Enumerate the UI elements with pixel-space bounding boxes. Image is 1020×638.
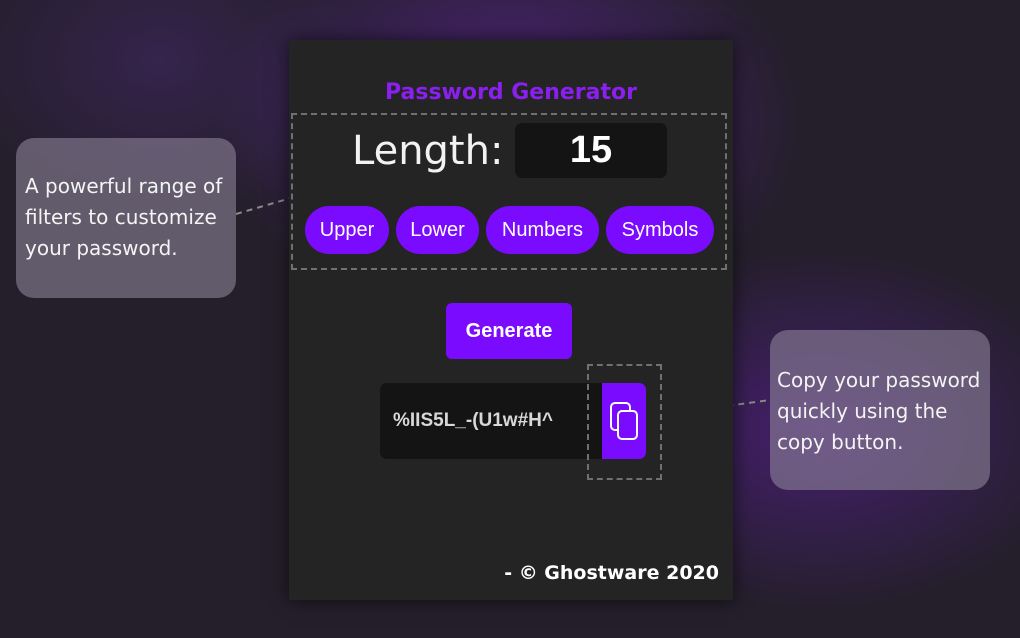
copy-icon — [610, 402, 638, 440]
app-title: Password Generator — [384, 80, 637, 105]
filters-callout-text: A powerful range of filters to customize… — [25, 174, 223, 260]
filters-callout: A powerful range of filters to customize… — [16, 138, 236, 298]
copy-callout-text: Copy your password quickly using the cop… — [777, 368, 981, 454]
generate-button[interactable]: Generate — [446, 303, 572, 359]
filter-upper-button[interactable]: Upper — [305, 206, 389, 254]
filter-symbols-button[interactable]: Symbols — [606, 206, 714, 254]
length-input[interactable]: 15 — [515, 123, 667, 178]
footer-copyright: - © Ghostware 2020 — [504, 562, 719, 584]
length-label: Length: — [352, 128, 504, 174]
filter-lower-button[interactable]: Lower — [396, 206, 479, 254]
filters-connector-line — [235, 197, 292, 215]
copy-callout: Copy your password quickly using the cop… — [770, 330, 990, 490]
copy-button[interactable] — [602, 383, 646, 459]
password-output-field[interactable]: %IIS5L_-(U1w#H^ — [380, 383, 612, 459]
filter-numbers-button[interactable]: Numbers — [486, 206, 599, 254]
